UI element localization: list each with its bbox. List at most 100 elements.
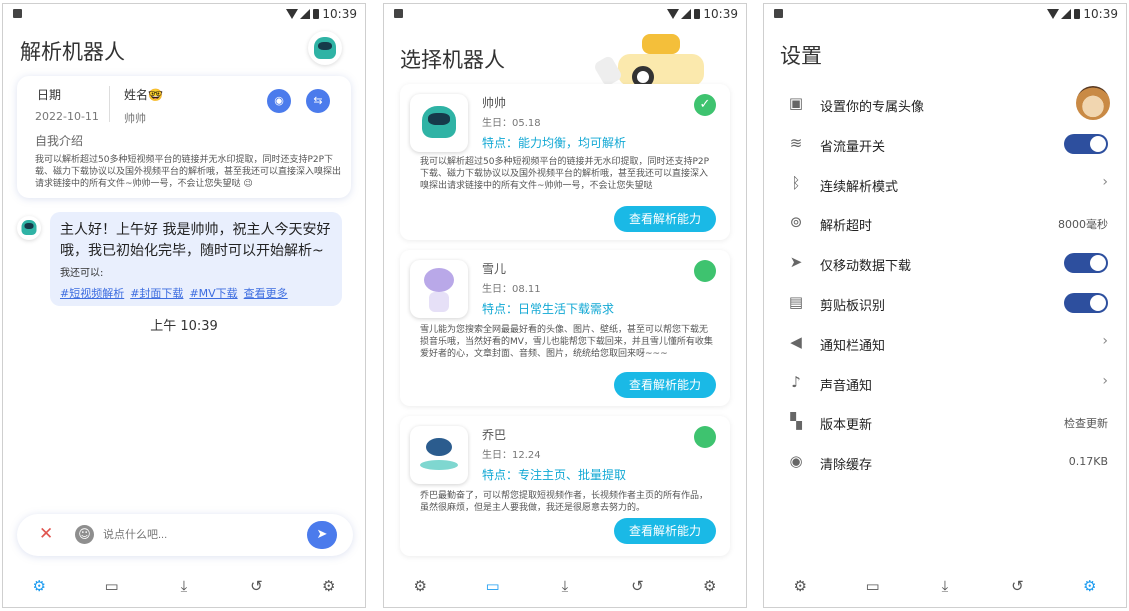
history-icon[interactable]: ↺ <box>244 577 268 595</box>
settings-row-label: 仅移动数据下载 <box>820 259 912 275</box>
date-value: 2022-10-11 <box>35 110 99 123</box>
robot-feature: 特点：日常生活下载需求 <box>482 302 615 316</box>
download-icon[interactable]: ⤓ <box>172 577 196 595</box>
robot-card[interactable]: 帅帅 生日：05.18 特点：能力均衡，均可解析 ✓ 我可以解析超过50多种短视… <box>400 84 730 240</box>
send-button[interactable]: ➤ <box>307 521 337 549</box>
bluetooth-icon: ᛒ <box>791 173 801 192</box>
tag-link[interactable]: #MV下载 <box>189 287 237 300</box>
screen-chat: 10:39 解析机器人 日期 姓名🤓 2022-10-11 帅帅 ◉ ⇆ 自我介… <box>2 3 366 608</box>
settings-row-label: 剪贴板识别 <box>820 299 886 314</box>
view-ability-button[interactable]: 查看解析能力 <box>614 206 716 232</box>
robot-desc: 乔巴最勤奋了，可以帮您提取短视频作者，长视频作者主页的所有作品，虽然很麻烦，但是… <box>420 491 709 513</box>
chat-icon[interactable]: ▭ <box>861 577 885 595</box>
download-icon[interactable]: ⤓ <box>553 577 577 595</box>
robot-card[interactable]: 雪儿 生日：08.11 特点：日常生活下载需求 雪儿能为您搜索全网最最好看的头像… <box>400 250 730 406</box>
view-button[interactable]: ◉ <box>267 89 291 113</box>
intro-label: 自我介绍 <box>35 134 84 148</box>
robot-name: 雪儿 <box>482 262 507 276</box>
status-bar: 10:39 <box>3 4 365 26</box>
switch-button[interactable]: ⇆ <box>306 89 330 113</box>
intro-text: 我可以解析超过50多种短视频平台的链接并无水印提取，同时还支持P2P下载、磁力下… <box>35 155 342 189</box>
download-icon[interactable]: ⤓ <box>933 577 957 595</box>
settings-row[interactable]: ◀ 通知栏通知 › <box>764 323 1126 363</box>
page-title: 设置 <box>780 44 822 68</box>
emoji-icon[interactable]: ☺ <box>75 525 94 544</box>
wifi-status-icon <box>667 9 680 19</box>
unselected-indicator[interactable] <box>694 426 716 448</box>
settings-icon[interactable]: ⚙ <box>317 577 341 595</box>
selected-check-icon[interactable]: ✓ <box>694 94 716 116</box>
chat-timestamp: 上午 10:39 <box>150 319 218 334</box>
chat-bubble: 主人好！上午好 我是帅帅，祝主人今天安好哦，我已初始化完毕，随时可以开始解析~ … <box>50 212 342 306</box>
robot-avatar[interactable] <box>308 31 342 65</box>
robot-icon[interactable]: ⚙ <box>788 577 812 595</box>
name-value: 帅帅 <box>124 112 146 125</box>
user-avatar[interactable] <box>1076 86 1110 120</box>
robot-card[interactable]: 乔巴 生日：12.24 特点：专注主页、批量提取 乔巴最勤奋了，可以帮您提取短视… <box>400 416 730 556</box>
settings-row[interactable]: ➤ 仅移动数据下载 <box>764 243 1126 283</box>
date-label: 日期 <box>37 88 62 102</box>
settings-row-label: 清除缓存 <box>820 458 873 474</box>
antenna-icon: ⊚ <box>789 213 803 232</box>
settings-row[interactable]: ᛒ 连续解析模式 › <box>764 164 1126 204</box>
notification-icon <box>394 9 403 18</box>
robot-info-card: 日期 姓名🤓 2022-10-11 帅帅 ◉ ⇆ 自我介绍 我可以解析超过50多… <box>17 76 351 198</box>
wifi-icon: ≋ <box>789 133 803 152</box>
screen-select-robot: 10:39 选择机器人 帅帅 生日：05.18 特点：能力均衡，均可解析 ✓ 我… <box>383 3 747 608</box>
chat-input-bar: ✕ ☺ ➤ <box>17 514 353 556</box>
history-icon[interactable]: ↺ <box>1005 577 1029 595</box>
status-time: 10:39 <box>322 7 357 21</box>
wifi-status-icon <box>1047 9 1060 19</box>
chat-input[interactable] <box>103 525 293 545</box>
toggle-switch[interactable] <box>1064 253 1108 274</box>
notification-icon <box>774 9 783 18</box>
settings-row[interactable]: ◉ 清除缓存 0.17KB <box>764 442 1126 482</box>
tag-list: #短视频解析 #封面下载 #MV下载 查看更多 <box>60 282 294 301</box>
tag-link[interactable]: #短视频解析 <box>60 287 124 300</box>
status-time: 10:39 <box>703 7 738 21</box>
settings-row[interactable]: ▣ 设置你的专属头像 <box>764 84 1126 124</box>
settings-icon[interactable]: ⚙ <box>1078 577 1102 595</box>
robot-avatar <box>410 260 468 318</box>
settings-row[interactable]: ▤ 剪贴板识别 <box>764 283 1126 323</box>
chevron-right-icon: › <box>1102 173 1108 190</box>
signal-icon <box>681 9 692 19</box>
settings-row[interactable]: ▚ 版本更新 检查更新 <box>764 402 1126 442</box>
battery-icon <box>1074 9 1081 19</box>
robot-icon[interactable]: ⚙ <box>27 577 51 595</box>
settings-row-label: 声音通知 <box>820 378 873 394</box>
history-icon[interactable]: ↺ <box>625 577 649 595</box>
settings-row-label: 省流量开关 <box>820 139 886 155</box>
name-label: 姓名🤓 <box>124 88 163 102</box>
robot-desc: 雪儿能为您搜索全网最最好看的头像、图片、壁纸，甚至可以帮您下载无损音乐哦，当然好… <box>420 325 713 359</box>
toggle-switch[interactable] <box>1064 133 1108 154</box>
toggle-switch[interactable] <box>1064 293 1108 313</box>
robot-icon[interactable]: ⚙ <box>408 577 432 595</box>
more-link[interactable]: 查看更多 <box>244 287 288 300</box>
robot-name: 乔巴 <box>482 428 507 442</box>
settings-row[interactable]: ≋ 省流量开关 <box>764 124 1126 164</box>
settings-row-label: 连续解析模式 <box>820 179 899 195</box>
eye-icon: ◉ <box>274 94 284 107</box>
settings-icon[interactable]: ⚙ <box>698 577 722 595</box>
chat-icon[interactable]: ▭ <box>481 577 505 595</box>
send-icon: ➤ <box>316 527 328 542</box>
tag-link[interactable]: #封面下载 <box>130 287 183 300</box>
bottom-nav: ⚙ ▭ ⤓ ↺ ⚙ <box>384 565 746 607</box>
widgets-icon: ▚ <box>790 412 802 431</box>
chat-icon[interactable]: ▭ <box>100 577 124 595</box>
mic-icon: ♪ <box>791 372 801 391</box>
speaker-icon: ◀ <box>790 332 802 351</box>
settings-row[interactable]: ⊚ 解析超时 8000毫秒 <box>764 203 1126 243</box>
wifi-status-icon <box>286 9 299 19</box>
chevron-right-icon: › <box>1102 372 1108 389</box>
status-bar: 10:39 <box>764 4 1126 26</box>
robot-birthday: 生日：12.24 <box>482 450 541 461</box>
close-icon[interactable]: ✕ <box>39 524 53 544</box>
view-ability-button[interactable]: 查看解析能力 <box>614 518 716 544</box>
settings-row[interactable]: ♪ 声音通知 › <box>764 363 1126 403</box>
signal-icon <box>1061 9 1072 19</box>
unselected-indicator[interactable] <box>694 260 716 282</box>
battery-icon <box>313 9 320 19</box>
view-ability-button[interactable]: 查看解析能力 <box>614 372 716 398</box>
